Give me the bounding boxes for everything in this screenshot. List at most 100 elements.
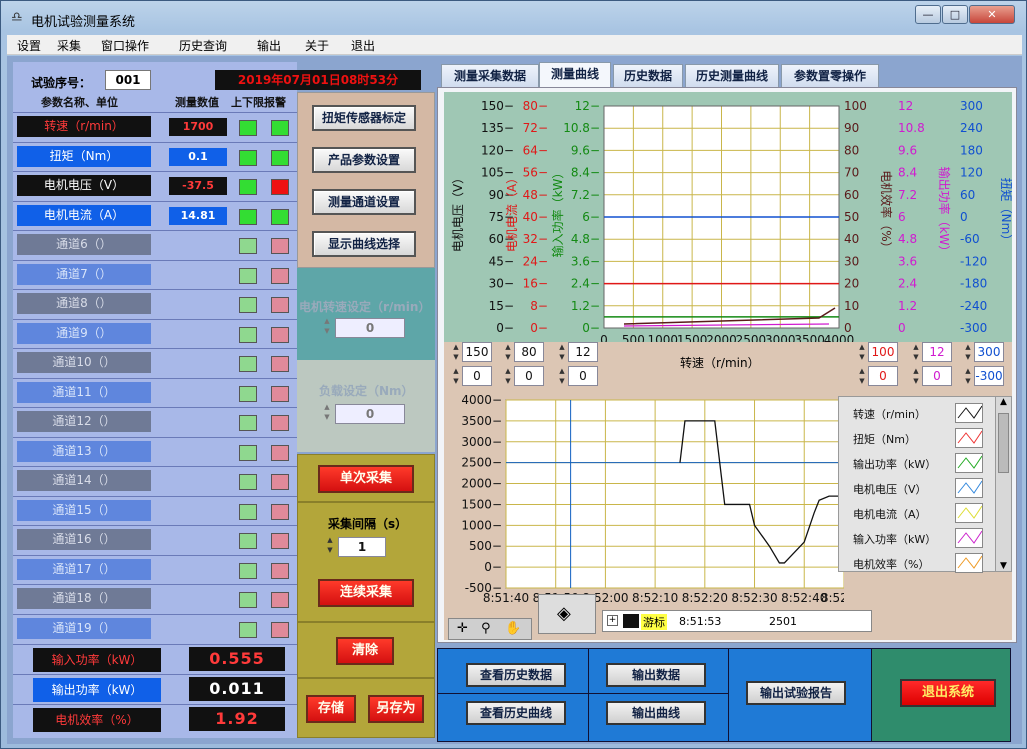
axis-range-input[interactable]: -300 (974, 366, 1004, 386)
load-set-input[interactable]: 0 (335, 404, 405, 424)
legend-swatch[interactable] (955, 403, 983, 423)
spin-icon[interactable]: ▲ ▼ (856, 342, 868, 364)
expand-icon[interactable]: + (607, 615, 618, 626)
output-curve-button[interactable]: 输出曲线 (606, 701, 706, 725)
axis-tick-label: 20 (844, 277, 859, 291)
axis-range-input[interactable]: 150 (462, 342, 492, 362)
tab-measure-curve[interactable]: 测量曲线 (539, 62, 611, 89)
axis-tick-label: 90 (844, 121, 859, 135)
menu-about[interactable]: 关于 (305, 37, 329, 54)
seq-input[interactable]: 001 (105, 70, 151, 90)
legend-swatch[interactable] (955, 553, 983, 573)
axis-range-input[interactable]: 0 (922, 366, 952, 386)
load-spin-icon[interactable]: ▲ ▼ (321, 402, 333, 424)
speed-spin-icon[interactable]: ▲ ▼ (321, 316, 333, 338)
spin-icon[interactable]: ▲ ▼ (856, 366, 868, 388)
spin-icon[interactable]: ▲ ▼ (556, 366, 568, 388)
minimize-button[interactable]: — (915, 5, 941, 24)
legend-swatch[interactable] (955, 478, 983, 498)
lower-limit-led (239, 120, 257, 136)
curve-select-button[interactable]: 显示曲线选择 (312, 231, 416, 257)
tab-param-zero[interactable]: 参数置零操作 (781, 64, 879, 88)
legend-swatch[interactable] (955, 528, 983, 548)
axis-range-input[interactable]: 0 (868, 366, 898, 386)
save-button[interactable]: 存储 (306, 695, 356, 723)
torque-calibration-button[interactable]: 扭矩传感器标定 (312, 105, 416, 131)
axis-range-input[interactable]: 12 (568, 342, 598, 362)
axis-tick-label: 4.8− (571, 232, 600, 246)
lower-limit-led (239, 474, 257, 490)
menu-settings[interactable]: 设置 (17, 37, 41, 54)
clear-block: 清除 (297, 622, 435, 678)
output-report-button[interactable]: 输出试验报告 (746, 681, 846, 705)
axis-range-input[interactable]: 0 (514, 366, 544, 386)
exit-system-button[interactable]: 退出系统 (900, 679, 996, 707)
legend-scrollbar[interactable]: ▲ ▼ (995, 397, 1011, 571)
save-as-button[interactable]: 另存为 (368, 695, 424, 723)
interval-spin-icon[interactable]: ▲ ▼ (324, 535, 336, 557)
menu-acquire[interactable]: 采集 (57, 37, 81, 54)
scroll-thumb[interactable] (998, 413, 1009, 473)
menu-window[interactable]: 窗口操作 (101, 37, 149, 54)
cursor-style-icon[interactable] (623, 614, 639, 628)
axis-tick-label: 9.6− (571, 143, 600, 157)
axis-tick-label: 1.2− (571, 299, 600, 313)
cursor-move-pad[interactable]: ◈ (538, 594, 596, 634)
spin-icon[interactable]: ▲ ▼ (502, 366, 514, 388)
maximize-button[interactable]: □ (942, 5, 968, 24)
upper-limit-led (271, 533, 289, 549)
spin-icon[interactable]: ▲ ▼ (910, 366, 922, 388)
product-params-button[interactable]: 产品参数设置 (312, 147, 416, 173)
y-tick-label: 0− (484, 560, 502, 574)
spin-icon[interactable]: ▲ ▼ (450, 366, 462, 388)
scroll-down-icon[interactable]: ▼ (996, 561, 1011, 571)
close-button[interactable]: ✕ (969, 5, 1015, 24)
menu-exit[interactable]: 退出 (351, 37, 375, 54)
spin-icon[interactable]: ▲ ▼ (962, 342, 974, 364)
speed-set-input[interactable]: 0 (335, 318, 405, 338)
spin-icon[interactable]: ▲ ▼ (450, 342, 462, 364)
scroll-up-icon[interactable]: ▲ (996, 397, 1011, 407)
tab-history-data[interactable]: 历史数据 (613, 64, 683, 88)
axis-range-input[interactable]: 80 (514, 342, 544, 362)
clear-button[interactable]: 清除 (336, 637, 394, 665)
result-row: 输出功率（kW） 0.011 (13, 674, 297, 703)
view-history-data-button[interactable]: 查看历史数据 (466, 663, 566, 687)
view-history-curve-button[interactable]: 查看历史曲线 (466, 701, 566, 725)
legend-swatch[interactable] (955, 453, 983, 473)
tab-history-curve[interactable]: 历史测量曲线 (685, 64, 779, 88)
axis-tick-label: -120 (960, 254, 987, 268)
load-set-label: 负载设定（Nm） (319, 384, 414, 398)
axis-range-input[interactable]: 100 (868, 342, 898, 362)
spin-icon[interactable]: ▲ ▼ (910, 342, 922, 364)
seq-label: 试验序号： (31, 76, 92, 90)
diamond-pad-icon[interactable]: ◈ (557, 603, 571, 624)
pan-hand-icon[interactable]: ✋ (505, 621, 521, 636)
header-limits: 上下限报警 (231, 96, 286, 109)
menu-output[interactable]: 输出 (257, 37, 281, 54)
axis-range-input[interactable]: 0 (462, 366, 492, 386)
axis-range-input[interactable]: 300 (974, 342, 1004, 362)
spin-icon[interactable]: ▲ ▼ (502, 342, 514, 364)
legend-swatch[interactable] (955, 503, 983, 523)
zoom-icon[interactable]: ⚲ (481, 621, 491, 636)
param-name: 通道19（） (17, 617, 151, 639)
param-name: 通道7（） (17, 263, 151, 285)
axis-tick-label: 60 (844, 188, 859, 202)
single-acquire-button[interactable]: 单次采集 (318, 465, 414, 493)
lower-limit-led (239, 533, 257, 549)
legend-swatch[interactable] (955, 428, 983, 448)
axis-tick-label: 80− (523, 99, 548, 113)
axis-range-input[interactable]: 0 (568, 366, 598, 386)
tab-acquired-data[interactable]: 测量采集数据 (441, 64, 539, 88)
axis-range-input[interactable]: 12 (922, 342, 952, 362)
spin-icon[interactable]: ▲ ▼ (962, 366, 974, 388)
spin-icon[interactable]: ▲ ▼ (556, 342, 568, 364)
result-value: 0.011 (189, 677, 285, 701)
continuous-acquire-button[interactable]: 连续采集 (318, 579, 414, 607)
channel-setup-button[interactable]: 测量通道设置 (312, 189, 416, 215)
interval-input[interactable]: 1 (338, 537, 386, 557)
menu-history[interactable]: 历史查询 (179, 37, 227, 54)
output-data-button[interactable]: 输出数据 (606, 663, 706, 687)
crosshair-icon[interactable]: ✛ (457, 621, 468, 636)
